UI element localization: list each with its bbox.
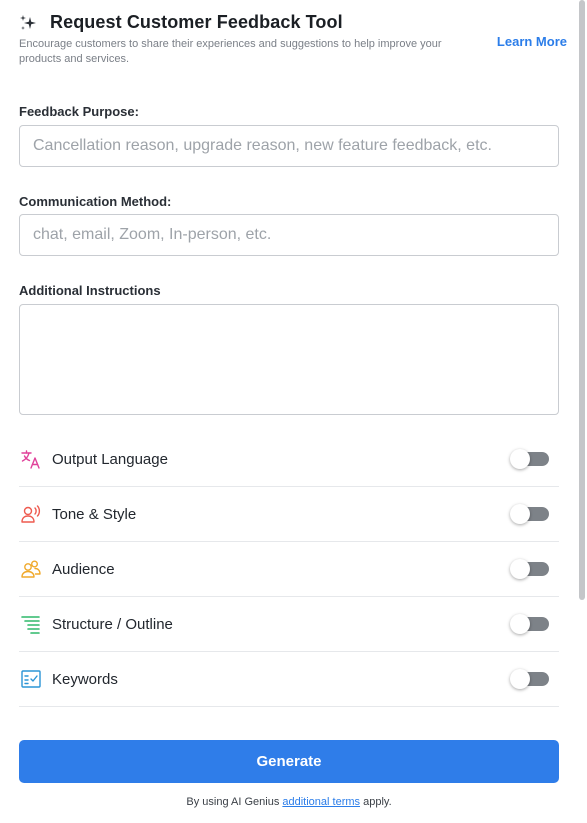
option-label: Tone & Style <box>52 505 137 523</box>
learn-more-link[interactable]: Learn More <box>497 34 567 49</box>
generate-button[interactable]: Generate <box>19 740 559 783</box>
terms-suffix: apply. <box>360 796 392 808</box>
additional-instructions-label: Additional Instructions <box>19 283 161 298</box>
option-label: Output Language <box>52 450 168 468</box>
voice-icon <box>20 503 42 525</box>
option-keywords[interactable]: Keywords <box>19 652 559 707</box>
option-label: Keywords <box>52 670 118 688</box>
sparkle-icon <box>19 14 37 32</box>
toggle-knob <box>510 669 530 689</box>
terms-prefix: By using AI Genius <box>186 796 283 808</box>
page-title: Request Customer Feedback Tool <box>50 12 343 32</box>
terms-notice: By using AI Genius additional terms appl… <box>0 796 578 808</box>
keywords-icon <box>20 668 42 690</box>
outline-icon <box>20 613 42 635</box>
toggle-knob <box>510 559 530 579</box>
feedback-tool-panel: Request Customer Feedback Tool Encourage… <box>0 0 587 823</box>
header: Request Customer Feedback Tool Encourage… <box>19 12 567 67</box>
audience-icon <box>20 558 42 580</box>
toggle-knob <box>510 614 530 634</box>
additional-instructions-textarea[interactable] <box>19 304 559 415</box>
option-label: Audience <box>52 560 115 578</box>
toggle-knob <box>510 449 530 469</box>
option-label: Structure / Outline <box>52 615 173 633</box>
option-tone-style[interactable]: Tone & Style <box>19 487 559 542</box>
page-subtitle: Encourage customers to share their exper… <box>19 38 442 65</box>
keywords-toggle[interactable] <box>510 669 549 689</box>
structure-outline-toggle[interactable] <box>510 614 549 634</box>
scrollbar[interactable] <box>579 0 585 600</box>
option-audience[interactable]: Audience <box>19 542 559 597</box>
output-language-toggle[interactable] <box>510 449 549 469</box>
audience-toggle[interactable] <box>510 559 549 579</box>
feedback-purpose-input[interactable] <box>19 125 559 167</box>
additional-terms-link[interactable]: additional terms <box>282 796 360 808</box>
options-list: Output Language Tone & Style Audience St… <box>19 432 559 707</box>
translate-icon <box>20 448 42 470</box>
communication-method-label: Communication Method: <box>19 194 172 209</box>
tone-style-toggle[interactable] <box>510 504 549 524</box>
option-structure-outline[interactable]: Structure / Outline <box>19 597 559 652</box>
option-output-language[interactable]: Output Language <box>19 432 559 487</box>
communication-method-input[interactable] <box>19 214 559 256</box>
title-row: Request Customer Feedback Tool <box>19 12 567 33</box>
feedback-purpose-label: Feedback Purpose: <box>19 104 139 119</box>
toggle-knob <box>510 504 530 524</box>
